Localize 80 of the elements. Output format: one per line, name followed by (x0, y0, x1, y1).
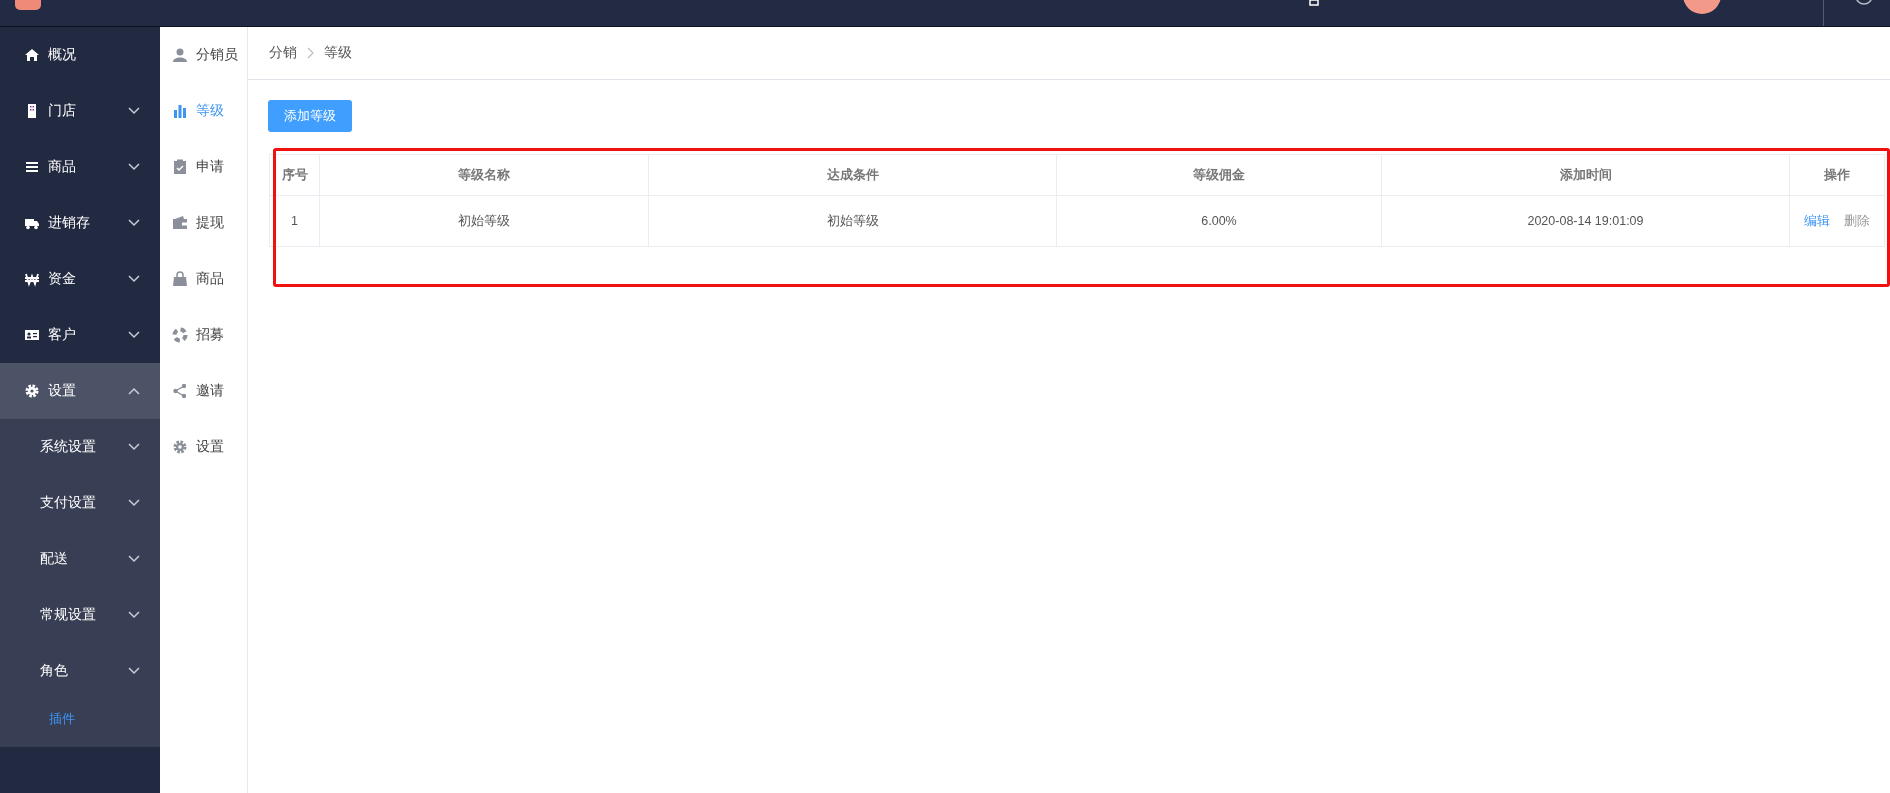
won-icon (24, 271, 40, 287)
nav-item[interactable]: 概况 (0, 27, 160, 83)
bar-chart-icon (172, 103, 188, 119)
submenu-item[interactable]: 配送 (0, 531, 160, 587)
column-header: 操作 (1789, 154, 1885, 196)
gear-icon (24, 383, 40, 399)
subnav-item[interactable]: 邀请 (160, 363, 247, 419)
nav-label: 资金 (48, 270, 77, 288)
subnav-label: 设置 (196, 438, 224, 456)
column-header: 添加时间 (1381, 154, 1790, 196)
submenu-label: 插件 (49, 710, 76, 728)
id-card-icon (24, 327, 40, 343)
table-cell: 2020-08-14 19:01:09 (1381, 195, 1790, 247)
share-icon (172, 383, 188, 399)
chevron-icon (128, 107, 140, 115)
subnav-label: 分销员 (196, 46, 238, 64)
chevron-icon (128, 275, 140, 283)
column-header: 等级佣金 (1056, 154, 1382, 196)
nav-label: 门店 (48, 102, 77, 120)
subnav-item[interactable]: 分销员 (160, 27, 247, 83)
table-cell: 初始等级 (319, 195, 649, 247)
nav-label: 概况 (48, 46, 77, 64)
chevron-icon (128, 443, 140, 451)
nav-label: 商品 (48, 158, 77, 176)
breadcrumb-item[interactable]: 分销 (269, 44, 297, 62)
chevron-icon (128, 163, 140, 171)
submenu-item[interactable]: 系统设置 (0, 419, 160, 475)
nav-item[interactable]: 设置 (0, 363, 160, 419)
submenu-label: 支付设置 (40, 494, 97, 512)
lifebuoy-icon (172, 327, 188, 343)
submenu-label: 角色 (40, 662, 69, 680)
submenu-label: 系统设置 (40, 438, 97, 456)
subnav-label: 邀请 (196, 382, 224, 400)
table-cell: 6.00% (1056, 195, 1382, 247)
subnav-label: 招募 (196, 326, 224, 344)
breadcrumb-item: 等级 (324, 44, 352, 62)
subnav-item[interactable]: 商品 (160, 251, 247, 307)
subnav-item[interactable]: 申请 (160, 139, 247, 195)
chevron-icon (128, 611, 140, 619)
submenu-item[interactable]: 角色 (0, 643, 160, 699)
subnav-label: 提现 (196, 214, 224, 232)
column-header: 达成条件 (648, 154, 1057, 196)
submenu-label: 配送 (40, 550, 69, 568)
chevron-icon (128, 387, 140, 395)
subnav-label: 商品 (196, 270, 224, 288)
chevron-icon (128, 219, 140, 227)
column-header: 等级名称 (319, 154, 649, 196)
chevron-icon (128, 499, 140, 507)
subnav-item[interactable]: 设置 (160, 419, 247, 475)
column-header: 序号 (269, 154, 320, 196)
chevron-icon (128, 331, 140, 339)
table-cell: 初始等级 (648, 195, 1057, 247)
submenu-item[interactable]: 常规设置 (0, 587, 160, 643)
home-icon (24, 47, 40, 63)
nav-item[interactable]: 进销存 (0, 195, 160, 251)
submenu-item[interactable]: 插件 (0, 699, 160, 739)
gear-icon (172, 439, 188, 455)
clipboard-icon (172, 159, 188, 175)
subnav-label: 等级 (196, 102, 224, 120)
nav-item[interactable]: 门店 (0, 83, 160, 139)
table-cell: 1 (269, 195, 320, 247)
chevron-icon (128, 667, 140, 675)
subnav-item[interactable]: 提现 (160, 195, 247, 251)
wallet-icon (172, 215, 188, 231)
nav-item[interactable]: 资金 (0, 251, 160, 307)
subnav-item[interactable]: 招募 (160, 307, 247, 363)
chevron-icon (128, 555, 140, 563)
chevron-right-icon (307, 47, 314, 59)
nav-label: 客户 (48, 326, 77, 344)
submenu-item[interactable]: 支付设置 (0, 475, 160, 531)
document-icon[interactable] (1309, 0, 1319, 6)
nav-item[interactable]: 客户 (0, 307, 160, 363)
nav-label: 进销存 (48, 214, 91, 232)
bag-icon (172, 271, 188, 287)
subnav-label: 申请 (196, 158, 224, 176)
nav-item[interactable]: 商品 (0, 139, 160, 195)
nav-label: 设置 (48, 382, 77, 400)
user-icon (172, 47, 188, 63)
submenu-label: 常规设置 (40, 606, 97, 624)
list-icon (24, 159, 40, 175)
